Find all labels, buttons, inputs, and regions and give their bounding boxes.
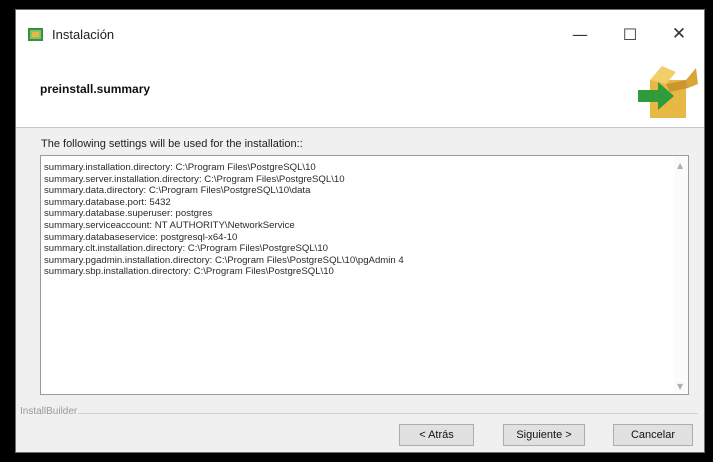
installer-app-icon [28, 28, 43, 41]
intro-text: The following settings will be used for … [41, 138, 303, 150]
summary-line: summary.clt.installation.directory: C:\P… [44, 243, 328, 255]
vertical-scrollbar[interactable]: ▲ ▼ [674, 156, 688, 394]
summary-line: summary.server.installation.directory: C… [44, 173, 345, 185]
summary-line: summary.database.port: 5432 [44, 196, 171, 208]
summary-line: summary.data.directory: C:\Program Files… [44, 185, 311, 197]
close-button[interactable]: ✕ [661, 18, 697, 50]
summary-line: summary.pgadmin.installation.directory: … [44, 254, 404, 266]
back-button[interactable]: < Atrás [399, 424, 474, 446]
page-title: preinstall.summary [40, 82, 151, 96]
close-icon: ✕ [671, 24, 687, 44]
summary-text-area[interactable]: summary.installation.directory: C:\Progr… [40, 155, 689, 395]
scroll-up-icon[interactable]: ▲ [677, 161, 683, 170]
minimize-icon: — [572, 24, 588, 44]
window-title: Instalación [52, 27, 115, 42]
next-button[interactable]: Siguiente > [503, 424, 585, 446]
footer-divider [78, 413, 698, 414]
summary-line: summary.database.superuser: postgres [44, 208, 213, 220]
title-bar[interactable]: Instalación — ☐ ✕ [16, 10, 704, 60]
maximize-button[interactable]: ☐ [612, 18, 648, 50]
summary-line: summary.installation.directory: C:\Progr… [44, 162, 316, 173]
summary-line: summary.databaseservice: postgresql-x64-… [44, 231, 238, 243]
cancel-button[interactable]: Cancelar [613, 424, 693, 446]
open-box-arrow-icon [638, 66, 698, 118]
maximize-icon: ☐ [622, 24, 638, 44]
wizard-header: preinstall.summary [16, 60, 704, 128]
minimize-button[interactable]: — [562, 18, 598, 50]
installbuilder-brand: InstallBuilder [20, 406, 78, 417]
scroll-down-icon[interactable]: ▼ [677, 382, 683, 391]
summary-line: summary.serviceaccount: NT AUTHORITY\Net… [44, 219, 295, 231]
installer-window: Instalación — ☐ ✕ preinstall.summary The… [15, 9, 705, 453]
summary-line: summary.sbp.installation.directory: C:\P… [44, 266, 334, 278]
